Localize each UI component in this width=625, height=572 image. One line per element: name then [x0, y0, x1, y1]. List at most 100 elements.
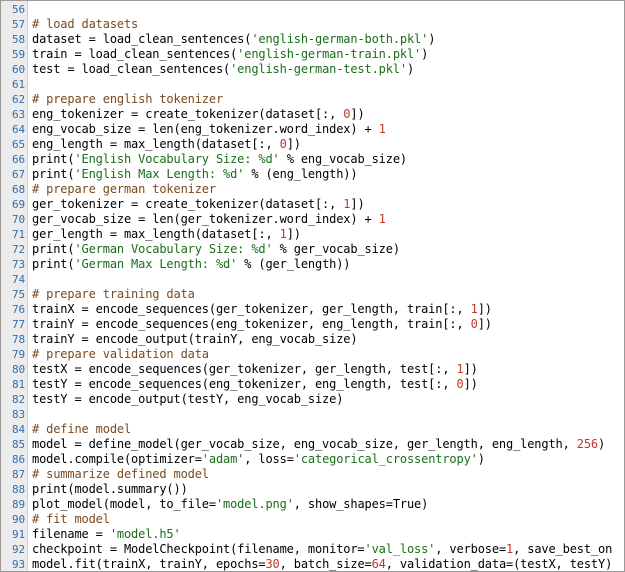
code-line[interactable]: 63 eng_tokenizer = create_tokenizer(datas… — [1, 107, 624, 122]
code-token: 'German Max Length: %d' — [74, 257, 238, 271]
code-line[interactable]: 72 print('German Vocabulary Size: %d' % g… — [1, 242, 624, 257]
code-line[interactable]: 73 print('German Max Length: %d' % (ger_l… — [1, 257, 624, 272]
code-line[interactable]: 59 train = load_clean_sentences('english-… — [1, 47, 624, 62]
code-token: 0 — [456, 377, 464, 391]
code-token: 'English Vocabulary Size: %d' — [74, 152, 280, 166]
code-token: ) — [477, 452, 485, 466]
code-line[interactable]: 83 — [1, 407, 624, 422]
code-line[interactable]: 61 — [1, 77, 624, 92]
code-token: 1 — [456, 362, 464, 376]
code-token: ger_vocab_size = len(ger_tokenizer.word_… — [32, 212, 379, 226]
code-token: 'model.png' — [215, 497, 294, 511]
code-token: 1 — [279, 227, 287, 241]
code-line[interactable]: 89 plot_model(model, to_file='model.png',… — [1, 497, 624, 512]
code-line[interactable]: 56 — [1, 2, 624, 17]
code-line[interactable]: 69 ger_tokenizer = create_tokenizer(datas… — [1, 197, 624, 212]
code-line[interactable]: 92 checkpoint = ModelCheckpoint(filename,… — [1, 542, 624, 557]
code-line[interactable]: 81 testY = encode_sequences(eng_tokenizer… — [1, 377, 624, 392]
code-token: ) — [597, 437, 606, 451]
code-token: checkpoint = ModelCheckpoint(filename, m… — [32, 542, 365, 556]
code-token: print( — [32, 152, 75, 166]
code-token: model.fit(trainX, trainY, epochs= — [32, 557, 266, 571]
code-line[interactable]: 91 filename = 'model.h5' — [1, 527, 624, 542]
code-token: ger_length = max_length(dataset[:, — [32, 227, 280, 241]
code-line[interactable]: 87 # summarize defined model — [1, 467, 624, 482]
line-number: 83 — [12, 408, 25, 421]
code-line[interactable]: 62 # prepare english tokenizer — [1, 92, 624, 107]
code-token: 30 — [265, 557, 280, 571]
line-number: 88 — [12, 483, 25, 496]
code-line[interactable]: 80 testX = encode_sequences(ger_tokenizer… — [1, 362, 624, 377]
code-line[interactable]: 75 # prepare training data — [1, 287, 624, 302]
code-line[interactable]: 77 trainY = encode_sequences(eng_tokenize… — [1, 317, 624, 332]
code-token: filename = — [32, 527, 110, 541]
code-line[interactable]: 70 ger_vocab_size = len(ger_tokenizer.wor… — [1, 212, 624, 227]
code-line[interactable]: 71 ger_length = max_length(dataset[:, 1]) — [1, 227, 624, 242]
code-line[interactable]: 78 trainY = encode_output(trainY, eng_voc… — [1, 332, 624, 347]
code-token: model.compile(optimizer= — [32, 452, 202, 466]
code-line[interactable]: 84 # define model — [1, 422, 624, 437]
code-line[interactable]: 88 print(model.summary()) — [1, 482, 624, 497]
code-line[interactable]: 86 model.compile(optimizer='adam', loss='… — [1, 452, 624, 467]
code-token: , show_shapes=True) — [293, 497, 429, 511]
code-token: 0 — [470, 317, 478, 331]
code-line[interactable]: 66 print('English Vocabulary Size: %d' % … — [1, 152, 624, 167]
code-line[interactable]: 85 model = define_model(ger_vocab_size, e… — [1, 437, 624, 452]
line-number: 74 — [12, 273, 25, 286]
code-line[interactable]: 57 # load datasets — [1, 17, 624, 32]
code-token: 'english-german-both.pkl' — [251, 32, 429, 46]
code-token: testY = encode_sequences(eng_tokenizer, … — [32, 377, 457, 391]
code-text: # define model — [32, 422, 131, 437]
code-token: , validation_data=(testX, testY) — [385, 557, 613, 571]
code-line[interactable]: 64 eng_vocab_size = len(eng_tokenizer.wor… — [1, 122, 624, 137]
code-text: # fit model — [32, 512, 110, 527]
code-line[interactable]: 60 test = load_clean_sentences('english-g… — [1, 62, 624, 77]
code-token: ]) — [350, 197, 365, 211]
code-line[interactable]: 79 # prepare validation data — [1, 347, 624, 362]
code-line[interactable]: 67 print('English Max Length: %d' % (eng_… — [1, 167, 624, 182]
code-text: print('English Vocabulary Size: %d' % en… — [32, 152, 407, 167]
code-editor[interactable]: 56 57 # load datasets 58 dataset = load_clea… — [0, 0, 625, 572]
code-line[interactable]: 74 — [1, 272, 624, 287]
line-number: 91 — [12, 528, 25, 541]
code-area[interactable]: 56 57 # load datasets 58 dataset = load_clea… — [1, 2, 624, 571]
line-number: 93 — [12, 558, 25, 571]
code-text: train = load_clean_sentences('english-ge… — [32, 47, 428, 62]
code-token: # load datasets — [32, 17, 139, 31]
code-text: testX = encode_sequences(ger_tokenizer, … — [32, 362, 478, 377]
code-line[interactable]: 82 testY = encode_output(testY, eng_vocab… — [1, 392, 624, 407]
line-number: 66 — [12, 153, 25, 166]
code-text: print('German Vocabulary Size: %d' % ger… — [32, 242, 400, 257]
code-token: 'english-german-test.pkl' — [230, 62, 407, 76]
code-line[interactable]: 90 # fit model — [1, 512, 624, 527]
line-number: 58 — [12, 33, 25, 46]
line-number: 79 — [12, 348, 25, 361]
line-number: 92 — [12, 543, 25, 556]
code-line[interactable]: 68 # prepare german tokenizer — [1, 182, 624, 197]
code-line[interactable]: 65 eng_length = max_length(dataset[:, 0]) — [1, 137, 624, 152]
line-number: 89 — [12, 498, 25, 511]
code-text: trainY = encode_sequences(eng_tokenizer,… — [32, 317, 492, 332]
line-number: 82 — [12, 393, 25, 406]
code-token: # fit model — [32, 512, 110, 526]
line-number: 56 — [12, 3, 25, 16]
code-text: checkpoint = ModelCheckpoint(filename, m… — [32, 542, 612, 557]
code-text: # summarize defined model — [32, 467, 209, 482]
code-token: 256 — [576, 437, 598, 451]
code-line[interactable]: 76 trainX = encode_sequences(ger_tokenize… — [1, 302, 624, 317]
code-token: 'english-german-train.pkl' — [237, 47, 422, 61]
code-token: plot_model(model, to_file= — [32, 497, 216, 511]
code-text: plot_model(model, to_file='model.png', s… — [32, 497, 428, 512]
code-line[interactable]: 93 model.fit(trainX, trainY, epochs=30, b… — [1, 557, 624, 571]
code-token: 1 — [470, 302, 478, 316]
code-text: model.fit(trainX, trainY, epochs=30, bat… — [32, 557, 613, 571]
code-token: ) — [406, 62, 415, 76]
code-text: print(model.summary()) — [32, 482, 188, 497]
code-text: ger_length = max_length(dataset[:, 1]) — [32, 227, 301, 242]
code-line[interactable]: 58 dataset = load_clean_sentences('englis… — [1, 32, 624, 47]
code-token: trainY = encode_output(trainY, eng_vocab… — [32, 332, 358, 346]
code-text: ger_tokenizer = create_tokenizer(dataset… — [32, 197, 365, 212]
code-text: # load datasets — [32, 17, 138, 32]
line-number: 87 — [12, 468, 25, 481]
code-token: model = define_model(ger_vocab_size, eng… — [32, 437, 577, 451]
